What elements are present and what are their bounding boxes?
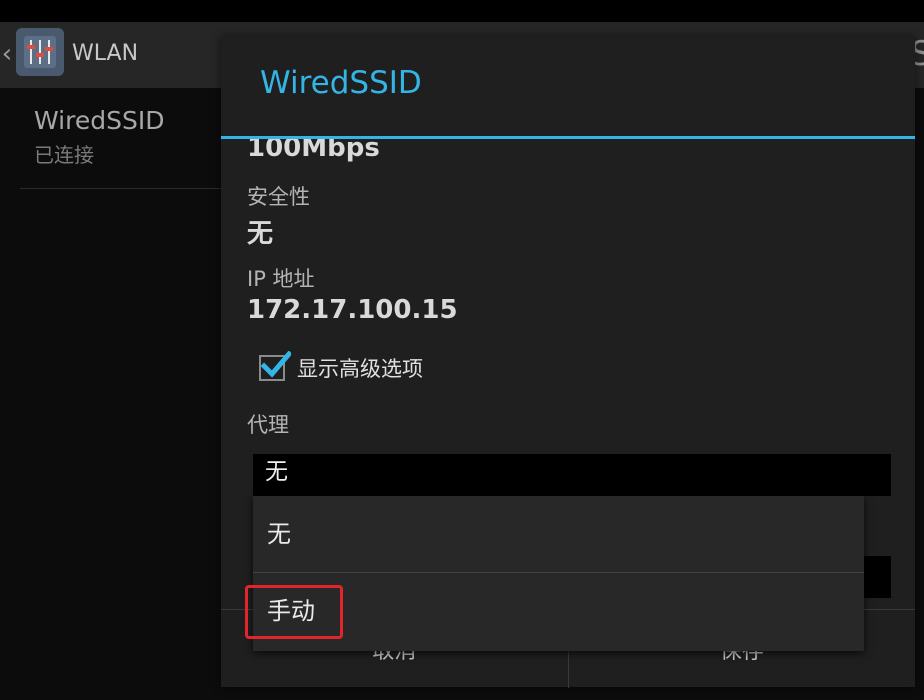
network-status: 已连接 — [34, 143, 94, 167]
back-chevron-icon[interactable]: ‹ — [0, 22, 14, 88]
status-bar — [0, 0, 924, 22]
proxy-spinner-value: 无 — [265, 459, 288, 485]
ip-address-value: 172.17.100.15 — [247, 295, 458, 325]
network-list-item[interactable]: WiredSSID 已连接 — [20, 88, 240, 189]
highlight-box — [245, 585, 343, 639]
checkmark-icon — [261, 351, 291, 378]
security-value: 无 — [247, 219, 274, 249]
settings-app-icon[interactable] — [16, 28, 64, 76]
ip-address-label: IP 地址 — [247, 267, 315, 291]
dropdown-option-manual[interactable]: 手动 — [253, 573, 864, 649]
action-bar-title: WLAN — [72, 41, 139, 66]
network-name: WiredSSID — [34, 106, 165, 135]
network-list: WiredSSID 已连接 — [20, 88, 240, 189]
security-label: 安全性 — [247, 185, 310, 209]
sliders-icon — [24, 36, 56, 68]
proxy-dropdown-menu: 无 手动 — [253, 496, 864, 651]
checkbox-box[interactable] — [259, 351, 291, 381]
advanced-options-label: 显示高级选项 — [297, 357, 423, 381]
proxy-label: 代理 — [247, 413, 289, 437]
dialog-title: WiredSSID — [260, 65, 422, 101]
proxy-spinner[interactable]: 无 — [253, 454, 891, 496]
advanced-options-checkbox[interactable]: 显示高级选项 — [259, 351, 423, 383]
link-speed-value: 100Mbps — [247, 139, 380, 163]
dropdown-option-none[interactable]: 无 — [253, 496, 864, 572]
